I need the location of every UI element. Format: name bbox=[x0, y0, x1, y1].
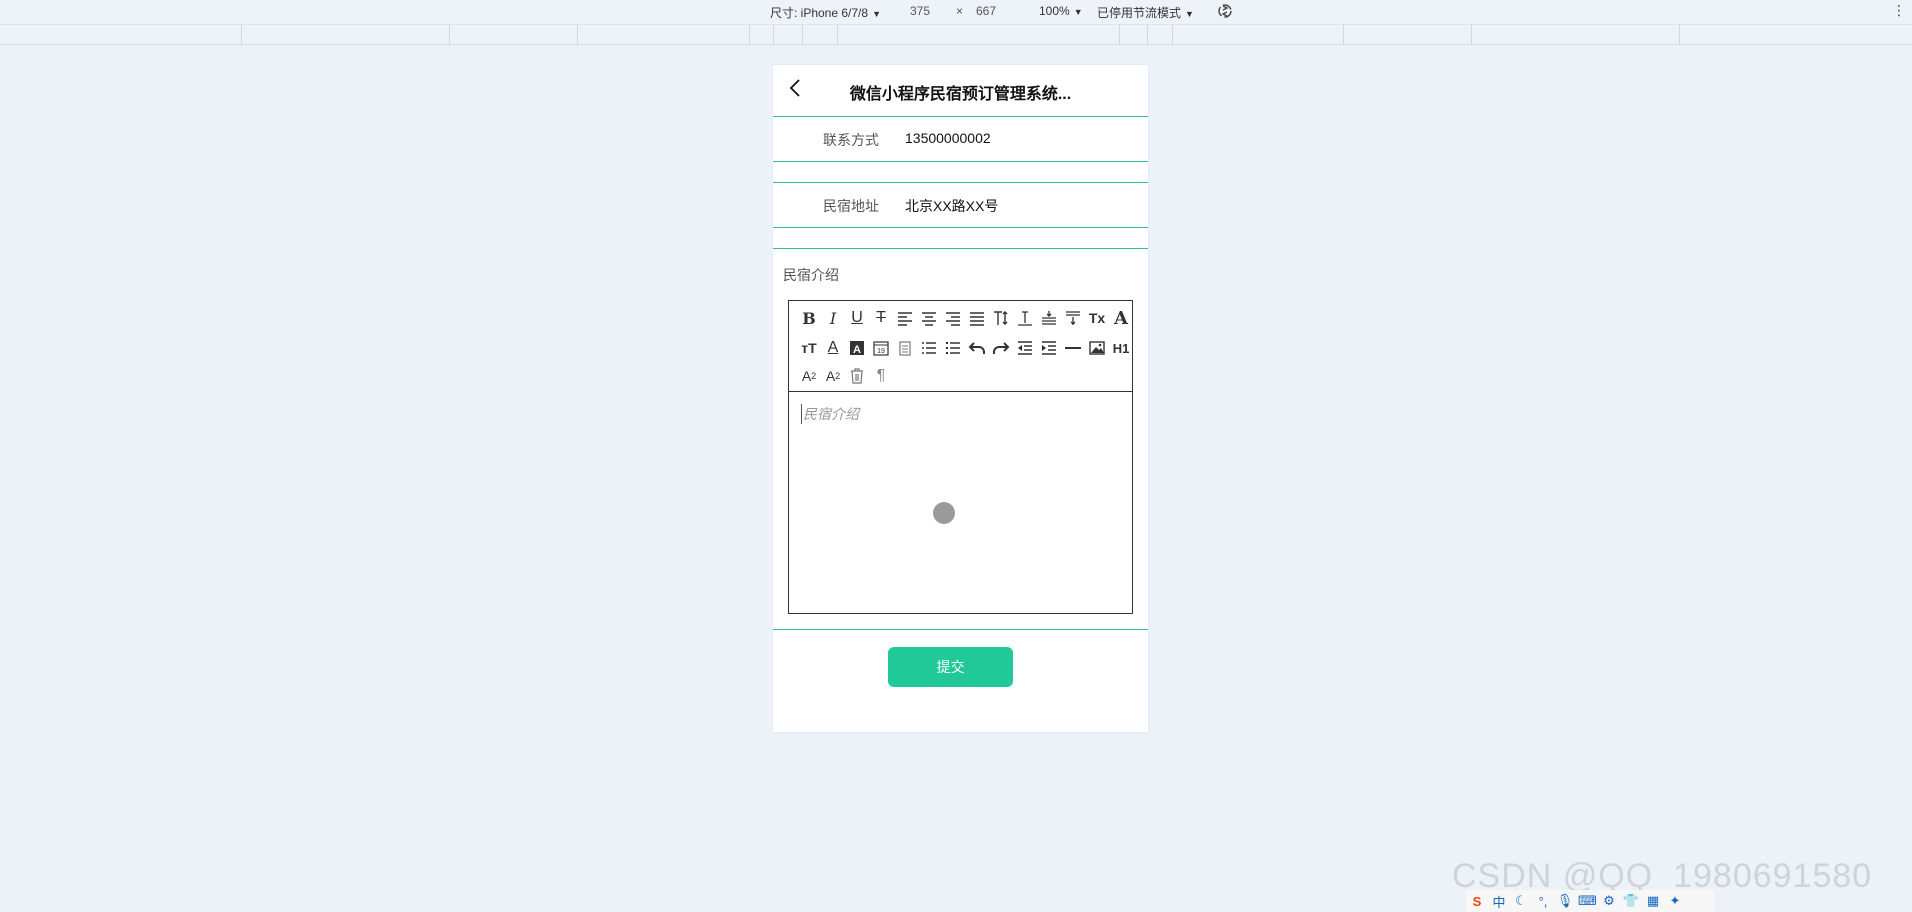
intro-placeholder: 民宿介绍 bbox=[801, 404, 859, 424]
align-left-icon[interactable] bbox=[893, 307, 917, 329]
align-justify-icon[interactable] bbox=[965, 307, 989, 329]
heading-h1-icon[interactable]: H1 bbox=[1109, 337, 1133, 359]
punctuation-icon[interactable]: °, bbox=[1534, 894, 1552, 909]
ordered-list-icon[interactable] bbox=[917, 337, 941, 359]
height-input[interactable]: 667 bbox=[976, 4, 996, 18]
undo-icon[interactable] bbox=[965, 337, 989, 359]
intro-label: 民宿介绍 bbox=[783, 267, 839, 283]
horizontal-rule-icon[interactable] bbox=[1061, 337, 1085, 359]
margin-top-icon[interactable] bbox=[1037, 307, 1061, 329]
rotate-icon[interactable] bbox=[1215, 1, 1235, 21]
zoom-select[interactable]: 100% ▼ bbox=[1039, 4, 1083, 18]
nav-bar: 微信小程序民宿预订管理系统... bbox=[773, 65, 1148, 117]
ime-mode-icon[interactable]: 中 bbox=[1490, 892, 1508, 911]
system-tray: S 中 ☾ °, 🎙 ⌨ ⚙ 👕 ▦ ✦ bbox=[1466, 890, 1714, 912]
media-query-bar bbox=[0, 25, 1912, 45]
image-icon[interactable] bbox=[1085, 337, 1109, 359]
align-center-icon[interactable] bbox=[917, 307, 941, 329]
address-input[interactable]: 北京XX路XX号 bbox=[905, 196, 998, 216]
address-field-row: 民宿地址 北京XX路XX号 bbox=[773, 182, 1148, 228]
times-sign: × bbox=[956, 4, 964, 18]
throttle-select[interactable]: 已停用节流模式 ▼ bbox=[1097, 4, 1194, 21]
intro-section: 民宿介绍 B I U T Tx A тT A A 19 H1 A 2 A 2 ¶… bbox=[773, 248, 1148, 630]
tools-icon[interactable]: ⚙ bbox=[1600, 893, 1618, 909]
intro-editor-input[interactable]: 民宿介绍 bbox=[789, 392, 1132, 613]
contact-label: 联系方式 bbox=[823, 132, 879, 148]
phone-viewport: 微信小程序民宿预订管理系统... 联系方式 13500000002 民宿地址 北… bbox=[773, 65, 1148, 732]
clipboard-icon[interactable] bbox=[893, 337, 917, 359]
margin-bottom-icon[interactable] bbox=[1061, 307, 1085, 329]
background-color-icon[interactable]: A bbox=[845, 337, 869, 359]
date-icon[interactable]: 19 bbox=[869, 337, 893, 359]
align-right-icon[interactable] bbox=[941, 307, 965, 329]
underline-icon[interactable]: U bbox=[845, 307, 869, 329]
toolbar-row: тT A A 19 H1 bbox=[797, 337, 1133, 359]
device-label: 尺寸: iPhone 6/7/8 bbox=[770, 6, 869, 20]
moon-icon[interactable]: ☾ bbox=[1512, 893, 1530, 909]
paragraph-icon[interactable]: ¶ bbox=[869, 365, 893, 387]
chevron-down-icon: ▼ bbox=[872, 9, 881, 19]
devtools-toolbar: 尺寸: iPhone 6/7/8 ▼ 375 × 667 100% ▼ 已停用节流模… bbox=[0, 0, 1912, 25]
outdent-icon[interactable] bbox=[1013, 337, 1037, 359]
trash-icon[interactable] bbox=[845, 365, 869, 387]
skin-icon[interactable]: 👕 bbox=[1622, 893, 1640, 909]
device-select[interactable]: 尺寸: iPhone 6/7/8 ▼ bbox=[770, 4, 881, 21]
touch-cursor-icon bbox=[933, 502, 955, 524]
remove-format-icon[interactable]: Tx bbox=[1085, 307, 1109, 329]
editor-toolbar: B I U T Tx A тT A A 19 H1 A 2 A 2 ¶ bbox=[789, 301, 1132, 392]
superscript-icon[interactable]: A2 bbox=[821, 365, 845, 387]
line-height-icon[interactable] bbox=[989, 307, 1013, 329]
page-title: 微信小程序民宿预订管理系统... bbox=[849, 86, 1072, 103]
back-arrow-icon[interactable] bbox=[786, 78, 806, 98]
unordered-list-icon[interactable] bbox=[941, 337, 965, 359]
submit-button[interactable]: 提交 bbox=[888, 647, 1013, 687]
chevron-down-icon: ▼ bbox=[1073, 7, 1083, 17]
font-family-icon[interactable]: A bbox=[1109, 307, 1133, 329]
italic-icon[interactable]: I bbox=[821, 307, 845, 329]
throttle-label: 已停用节流模式 bbox=[1097, 6, 1182, 20]
address-label: 民宿地址 bbox=[823, 198, 879, 214]
toolbar-row: B I U T Tx A bbox=[797, 307, 1133, 329]
font-size-icon[interactable]: тT bbox=[797, 337, 821, 359]
indent-icon[interactable] bbox=[1037, 337, 1061, 359]
keyboard-icon[interactable]: ⌨ bbox=[1578, 893, 1597, 909]
width-input[interactable]: 375 bbox=[910, 4, 930, 18]
contact-input[interactable]: 13500000002 bbox=[905, 130, 991, 146]
strikethrough-icon[interactable]: T bbox=[869, 307, 893, 329]
microphone-icon[interactable]: 🎙 bbox=[1556, 893, 1574, 909]
subscript-icon[interactable]: A2 bbox=[797, 365, 821, 387]
chevron-down-icon: ▼ bbox=[1185, 9, 1194, 19]
grid-icon[interactable]: ▦ bbox=[1644, 893, 1662, 909]
rich-text-editor: B I U T Tx A тT A A 19 H1 A 2 A 2 ¶ 民宿介绍 bbox=[788, 300, 1133, 614]
more-menu-icon[interactable]: ⋮ bbox=[1892, 2, 1906, 19]
svg-text:A: A bbox=[853, 344, 861, 356]
zoom-label: 100% bbox=[1039, 4, 1070, 18]
extra-icon[interactable]: ✦ bbox=[1666, 893, 1684, 909]
toolbar-row: A2 A2 ¶ bbox=[797, 365, 893, 387]
redo-icon[interactable] bbox=[989, 337, 1013, 359]
bold-icon[interactable]: B bbox=[797, 307, 821, 329]
contact-field-row: 联系方式 13500000002 bbox=[773, 116, 1148, 162]
sogou-logo-icon[interactable]: S bbox=[1468, 894, 1486, 909]
font-color-icon[interactable]: A bbox=[821, 337, 845, 359]
letter-spacing-icon[interactable] bbox=[1013, 307, 1037, 329]
svg-text:19: 19 bbox=[877, 348, 885, 355]
